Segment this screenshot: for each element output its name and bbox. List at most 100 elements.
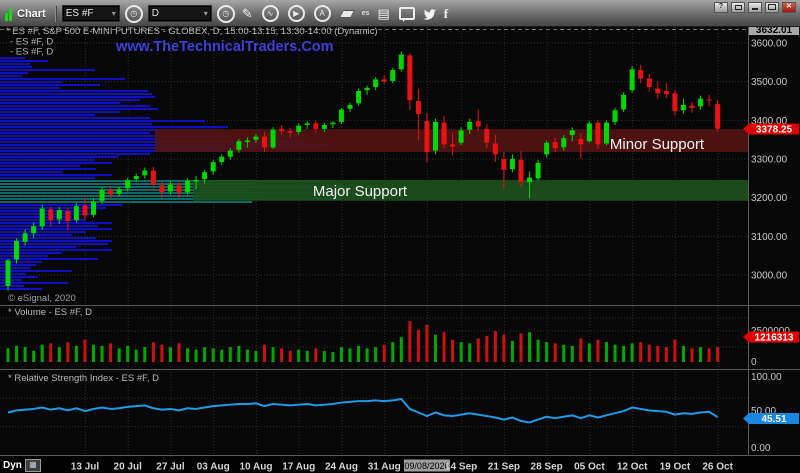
price-tick-label: 3600.00 xyxy=(751,39,788,50)
volume-bar xyxy=(656,346,659,362)
chart-mode-icon[interactable]: ▦ xyxy=(25,459,41,472)
price-tick-label: 3500.00 xyxy=(751,77,788,88)
maximize-button[interactable] xyxy=(765,2,779,13)
volume-bar xyxy=(468,343,471,362)
legend-item: - ES #F, D xyxy=(10,47,53,58)
volume-bar xyxy=(528,332,531,362)
candle-body xyxy=(305,123,310,125)
profile-bar xyxy=(0,153,150,155)
volume-bar xyxy=(263,345,266,362)
profile-bar xyxy=(0,204,122,206)
toolbar-separator xyxy=(55,6,57,22)
candle-body xyxy=(536,163,541,178)
profile-bar xyxy=(0,72,28,74)
profile-bar xyxy=(0,246,76,248)
volume-bar xyxy=(220,350,223,362)
auto-annotation-icon[interactable]: A xyxy=(314,5,331,22)
candle-body xyxy=(621,95,626,110)
candle-body xyxy=(561,138,566,147)
candle-body xyxy=(288,131,293,133)
profile-bar xyxy=(0,171,62,173)
volume-bar xyxy=(425,325,428,362)
help-button[interactable]: ? xyxy=(714,2,728,13)
candle-body xyxy=(159,185,164,192)
candle-body xyxy=(570,130,575,135)
dynamic-mode-button[interactable]: Dyn xyxy=(3,460,22,471)
profile-bar xyxy=(0,168,96,170)
chat-icon[interactable] xyxy=(399,7,415,20)
major-support-band[interactable] xyxy=(193,180,748,201)
volume-bar xyxy=(246,350,249,362)
clock-icon: ◷ xyxy=(130,10,137,18)
date-tick-label: 28 Sep xyxy=(531,462,563,473)
volume-bar xyxy=(203,347,206,362)
volume-bar xyxy=(537,340,540,362)
candle-body xyxy=(253,137,258,140)
interval-history-button[interactable]: ◷ xyxy=(217,5,235,23)
panels-icon[interactable]: ▤ xyxy=(377,7,389,20)
facebook-icon[interactable]: f xyxy=(444,6,448,22)
interval-select[interactable]: D ▾ xyxy=(148,5,212,22)
volume-bar xyxy=(691,348,694,362)
profile-bar xyxy=(0,126,228,128)
profile-bar xyxy=(0,234,72,236)
popout-button[interactable] xyxy=(731,2,745,13)
candle-body xyxy=(168,185,173,192)
pencil-icon[interactable]: ✎ xyxy=(242,7,253,20)
candle-body xyxy=(587,123,592,141)
volume-bar xyxy=(554,343,557,362)
popout-icon xyxy=(735,5,742,10)
volume-bar xyxy=(716,347,719,362)
volume-bar xyxy=(101,346,104,362)
volume-bar xyxy=(417,330,420,362)
time-axis[interactable]: 13 Jul20 Jul27 Jul03 Aug10 Aug17 Aug24 A… xyxy=(71,460,734,473)
symbol-select[interactable]: ES #F ▾ xyxy=(62,5,120,22)
volume-bar xyxy=(562,345,565,362)
candle-body xyxy=(23,233,28,242)
profile-bar xyxy=(0,132,150,134)
volume-bar xyxy=(443,332,446,362)
watermark: www.TheTechnicalTraders.Com xyxy=(115,39,334,55)
candle-body xyxy=(356,91,361,103)
symbol-history-button[interactable]: ◷ xyxy=(125,5,143,23)
profile-bar xyxy=(0,207,106,209)
maximize-icon xyxy=(768,4,776,10)
profile-bar xyxy=(0,162,112,164)
volume-tick-label: 0 xyxy=(751,357,757,368)
candle-body xyxy=(108,190,113,195)
volume-bar xyxy=(374,347,377,362)
minimize-button[interactable] xyxy=(748,2,762,13)
play-icon[interactable]: ▶ xyxy=(288,5,305,22)
volume-bar xyxy=(178,343,181,362)
profile-bar xyxy=(0,105,150,107)
volume-bar xyxy=(306,351,309,362)
profile-bar xyxy=(0,114,95,116)
profile-bar xyxy=(0,99,140,101)
twitter-icon[interactable] xyxy=(422,8,437,20)
profile-bar xyxy=(0,252,62,254)
candle-body xyxy=(450,144,455,146)
volume-bar xyxy=(665,347,668,362)
price-tick-label: 3000.00 xyxy=(751,271,788,282)
candle-body xyxy=(399,55,404,70)
candle-body xyxy=(424,121,429,152)
profile-bar xyxy=(0,111,120,113)
candle-body xyxy=(390,70,395,81)
status-bar: Dyn ▦ xyxy=(0,457,41,473)
candle-body xyxy=(595,123,600,145)
profile-bar xyxy=(0,255,48,257)
date-tick-label: 13 Jul xyxy=(71,462,100,473)
eraser-icon[interactable] xyxy=(339,10,355,18)
candle-body xyxy=(698,99,703,107)
candle-body xyxy=(57,210,62,219)
close-button[interactable]: ✕ xyxy=(782,2,796,13)
profile-bar xyxy=(0,273,26,275)
candle-body xyxy=(476,121,481,126)
squiggle-draw-icon[interactable]: ∿ xyxy=(262,5,279,22)
candle-body xyxy=(40,209,45,227)
candle-body xyxy=(681,105,686,110)
chart-canvas[interactable]: 3600.003500.003400.003300.003200.003100.… xyxy=(0,0,800,473)
volume-bar xyxy=(571,346,574,362)
volume-bar xyxy=(511,341,514,362)
volume-bar xyxy=(622,346,625,362)
